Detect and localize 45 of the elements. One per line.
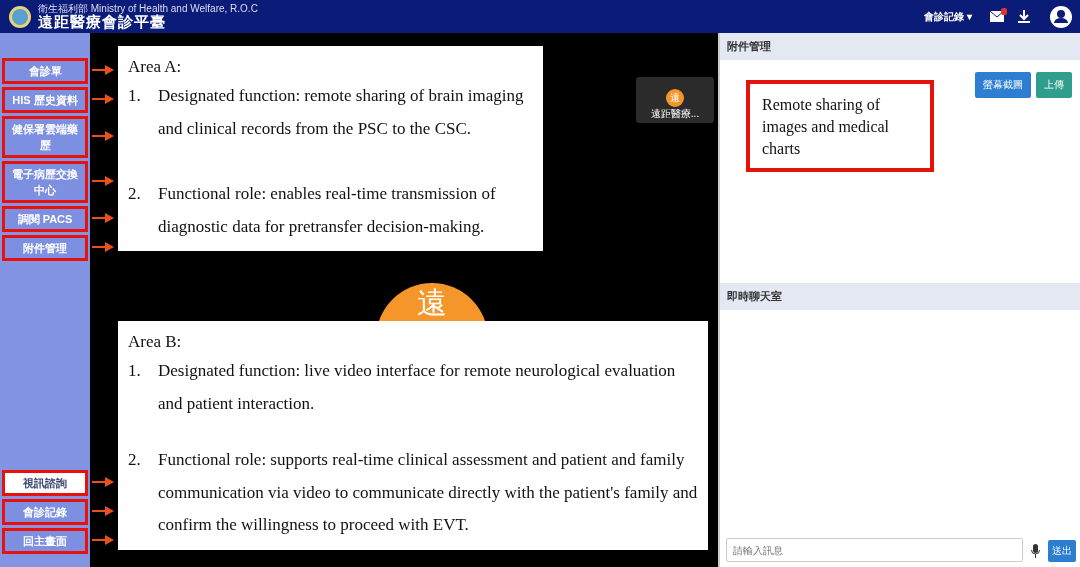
annotation-title: Area B: bbox=[128, 331, 183, 353]
annotation-title: Area A: bbox=[128, 56, 183, 78]
ministry-name: 衛生福利部 Ministry of Health and Welfare, R.O.C bbox=[38, 4, 258, 14]
participant-name: 遠距醫療... bbox=[650, 107, 700, 121]
action-button[interactable]: 螢幕截圖 bbox=[975, 72, 1031, 98]
action-button[interactable]: 上傳 bbox=[1036, 72, 1072, 98]
arrow-icon bbox=[92, 241, 114, 252]
sidebar-item[interactable]: 調閱 PACS bbox=[2, 206, 88, 232]
arrow-icon bbox=[92, 175, 114, 186]
thumbnail-avatar: 遠 bbox=[666, 89, 684, 107]
records-menu[interactable]: 會診記錄 ▾ bbox=[924, 9, 972, 24]
sidebar-item[interactable]: 視訊諮詢 bbox=[2, 470, 88, 496]
section-header: 即時聊天室 bbox=[720, 283, 1080, 310]
arrow-icon bbox=[92, 212, 114, 223]
annotation-text: Designated function: remote sharing of brain imaging and clinical records from the PSC to the CSC. bbox=[158, 85, 525, 140]
mail-icon[interactable] bbox=[990, 11, 1004, 22]
arrow-icon bbox=[92, 64, 114, 75]
annotation-text: Functional role: supports real-time clinical assessment and patient and family communication via video to communicate directly with the patient's family and confirm the willingness to proceed with EVT. bbox=[158, 449, 698, 536]
list-number: 2. bbox=[128, 449, 142, 471]
callout-box: Remote sharing of images and medical charts bbox=[746, 80, 934, 172]
app-title: 遠距醫療會診平臺 bbox=[38, 14, 167, 29]
sidebar-item[interactable]: 健保署雲端藥歷 bbox=[2, 116, 88, 158]
video-thumbnail[interactable]: 遠 遠距醫療... bbox=[636, 77, 714, 123]
microphone-icon[interactable] bbox=[1031, 544, 1040, 558]
sidebar-item[interactable]: HIS 歷史資料 bbox=[2, 87, 88, 113]
arrow-icon bbox=[92, 534, 114, 545]
sidebar-item[interactable]: 會診記錄 bbox=[2, 499, 88, 525]
arrow-icon bbox=[92, 130, 114, 141]
arrow-icon bbox=[92, 93, 114, 104]
sidebar-item[interactable]: 回主畫面 bbox=[2, 528, 88, 554]
arrow-icon bbox=[92, 476, 114, 487]
send-button[interactable]: 送出 bbox=[1048, 540, 1076, 562]
section-header: 附件管理 bbox=[720, 33, 1080, 60]
arrow-icon bbox=[92, 505, 114, 516]
sidebar-item[interactable]: 會診單 bbox=[2, 58, 88, 84]
message-input[interactable]: 請輸入訊息 bbox=[726, 538, 1023, 562]
sidebar-item[interactable]: 電子病歷交換中心 bbox=[2, 161, 88, 203]
list-number: 1. bbox=[128, 360, 142, 382]
emblem-icon bbox=[8, 4, 32, 29]
download-icon[interactable] bbox=[1018, 10, 1030, 23]
annotation-text: Functional role: enables real-time transmission of diagnostic data for pretransfer decision-making. bbox=[158, 183, 497, 238]
list-number: 2. bbox=[128, 183, 142, 205]
avatar-icon[interactable] bbox=[1050, 5, 1072, 28]
sidebar-item[interactable]: 附件管理 bbox=[2, 235, 88, 261]
list-number: 1. bbox=[128, 85, 142, 107]
